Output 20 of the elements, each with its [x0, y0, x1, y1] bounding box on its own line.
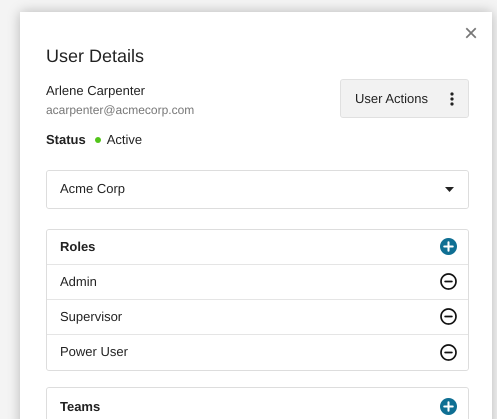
- role-name: Power User: [60, 343, 128, 362]
- user-email: acarpenter@acmecorp.com: [46, 102, 194, 118]
- user-name: Arlene Carpenter: [46, 83, 146, 99]
- add-icon[interactable]: [440, 398, 457, 415]
- role-name: Supervisor: [60, 308, 122, 326]
- status-value: Active: [106, 131, 142, 149]
- organization-select[interactable]: Acme Corp: [46, 170, 469, 208]
- user-actions-button[interactable]: User Actions: [340, 79, 469, 118]
- role-name: Admin: [60, 272, 97, 291]
- remove-icon[interactable]: [440, 273, 457, 290]
- close-button[interactable]: ×: [464, 22, 478, 46]
- remove-icon[interactable]: [440, 308, 457, 325]
- remove-icon[interactable]: [440, 344, 457, 360]
- add-icon[interactable]: [440, 238, 457, 255]
- status-label: Status: [46, 131, 86, 149]
- more-icon: [450, 92, 454, 106]
- teams-heading: Teams: [60, 398, 100, 416]
- roles-heading: Roles: [60, 238, 96, 256]
- dialog-title: User Details: [46, 45, 146, 67]
- caret-icon: [445, 186, 454, 192]
